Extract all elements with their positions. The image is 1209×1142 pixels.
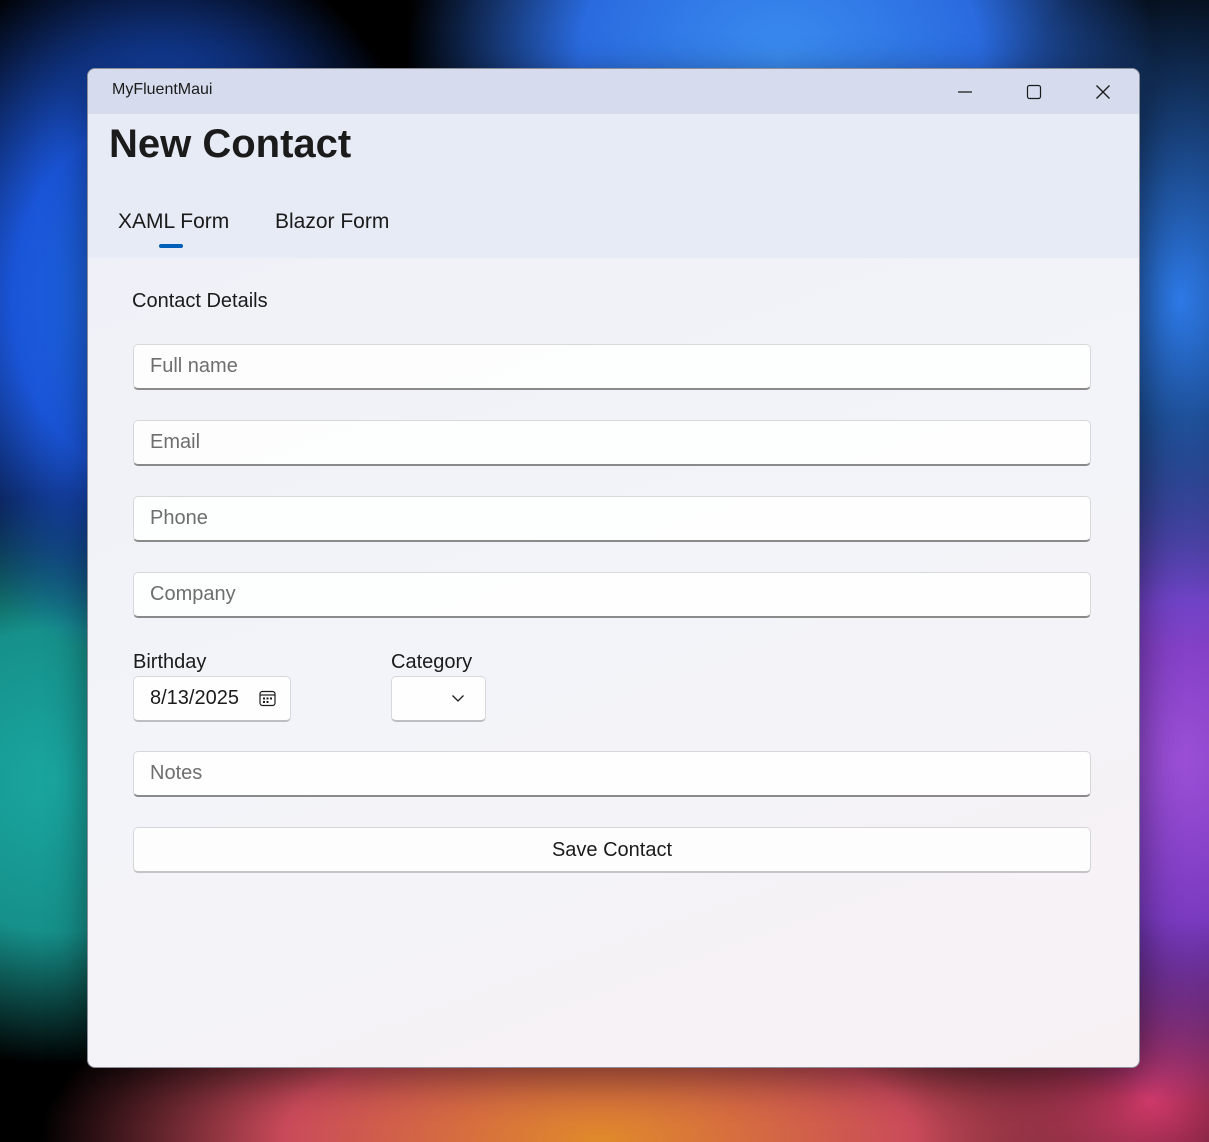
notes-input[interactable]: [133, 751, 1091, 797]
tab-blazor-form[interactable]: Blazor Form: [275, 210, 389, 234]
tab-xaml-form[interactable]: XAML Form: [118, 210, 229, 234]
chevron-down-icon: [452, 695, 464, 702]
company-input[interactable]: [133, 572, 1091, 618]
app-window: MyFluentMaui New Contact XAML Form Blazo…: [87, 68, 1140, 1068]
close-icon: [1096, 84, 1110, 99]
minimize-button[interactable]: [931, 69, 999, 114]
category-label: Category: [391, 651, 473, 673]
close-button[interactable]: [1069, 69, 1137, 114]
maximize-icon: [1026, 84, 1042, 99]
section-title: Contact Details: [132, 290, 268, 312]
phone-input[interactable]: [133, 496, 1091, 542]
form-content: Contact Details Birthday Category 8/13/2…: [88, 258, 1139, 1067]
minimize-icon: [958, 90, 972, 93]
calendar-icon: [259, 690, 276, 707]
selected-tab-indicator: [159, 244, 183, 248]
title-bar[interactable]: MyFluentMaui: [88, 69, 1139, 114]
birthday-value: 8/13/2025: [150, 687, 239, 709]
full-name-input[interactable]: [133, 344, 1091, 390]
birthday-label: Birthday: [133, 651, 207, 673]
page-title: New Contact: [109, 122, 352, 166]
email-input[interactable]: [133, 420, 1091, 466]
maximize-button[interactable]: [1000, 69, 1068, 114]
app-title: MyFluentMaui: [112, 81, 213, 98]
page-header: New Contact XAML Form Blazor Form: [88, 114, 1139, 258]
save-contact-button[interactable]: Save Contact: [133, 827, 1091, 873]
birthday-date-picker[interactable]: 8/13/2025: [133, 676, 291, 722]
category-combobox[interactable]: [391, 676, 486, 722]
